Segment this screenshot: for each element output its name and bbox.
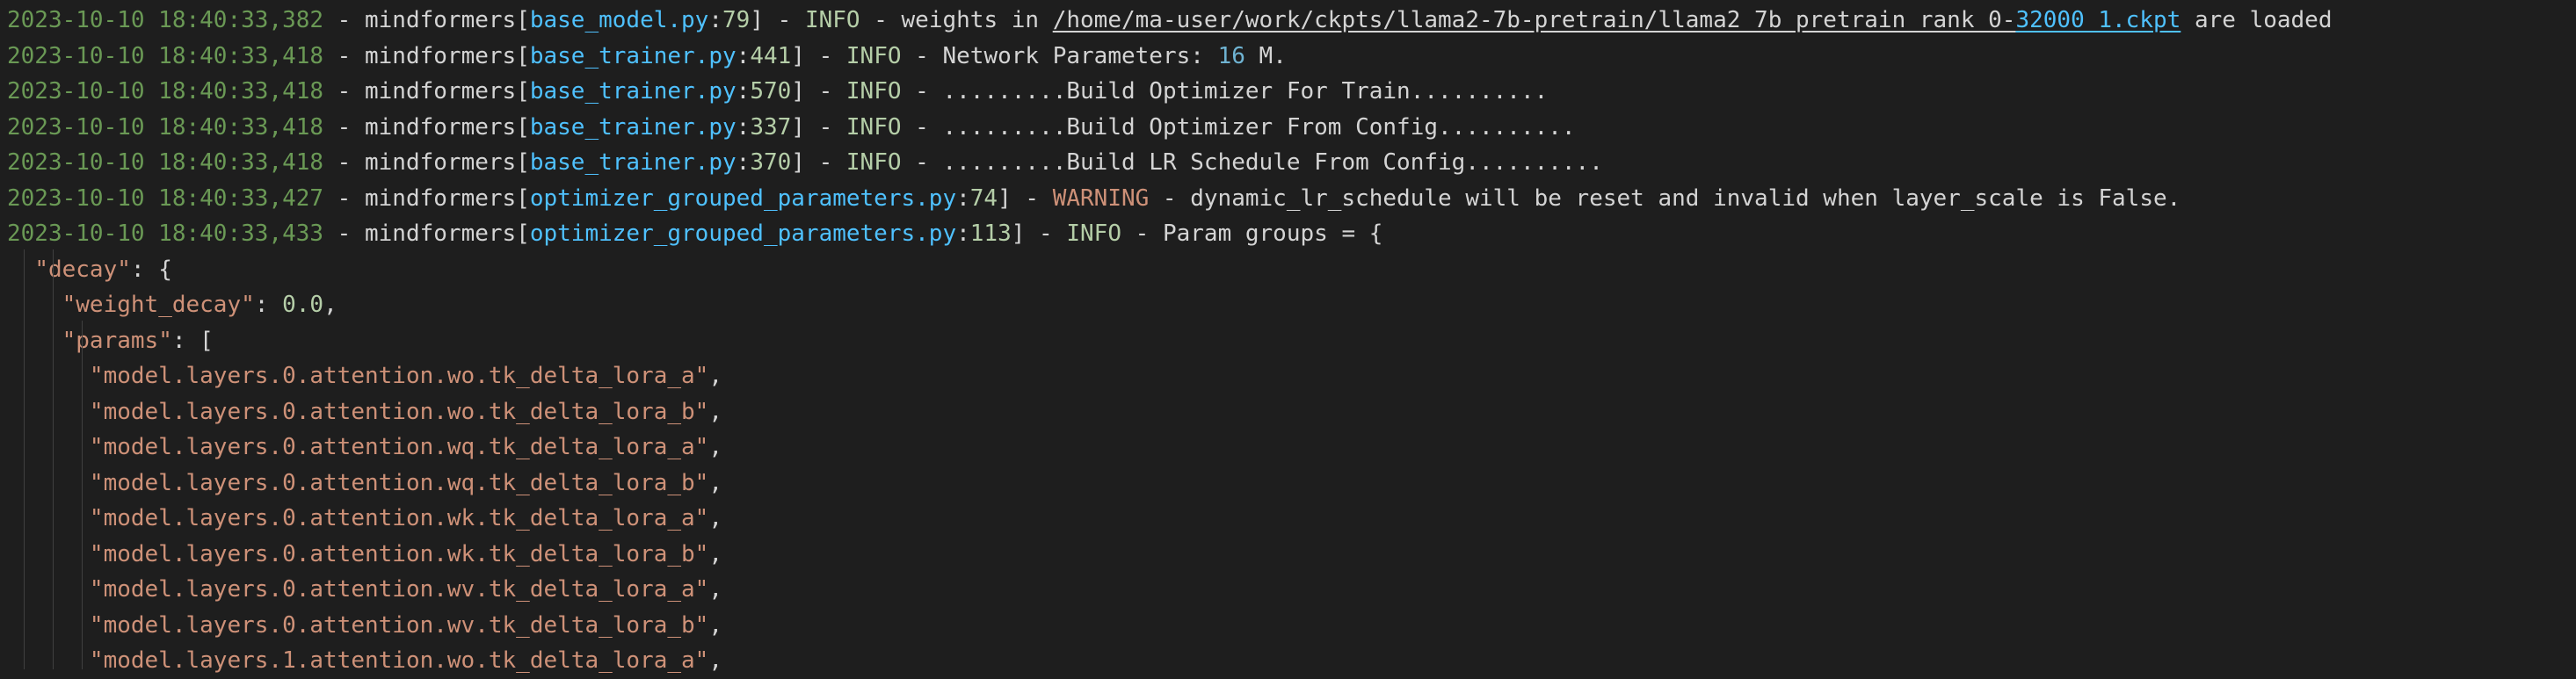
log-file-link[interactable]: base_trainer.py	[530, 114, 737, 141]
log-timestamp: 2023-10-10 18:40:33,427	[7, 184, 324, 212]
log-lineno: 79	[722, 7, 751, 33]
json-param-line: "model.layers.0.attention.wk.tk_delta_lo…	[89, 540, 722, 567]
json-param-value: "model.layers.0.attention.wq.tk_delta_lo…	[89, 434, 709, 460]
log-line: 2023-10-10 18:40:33,418 - mindformers[ba…	[7, 78, 1549, 105]
checkpoint-path-link[interactable]: /home/ma-user/work/ckpts/llama2-7b-pretr…	[1053, 7, 2016, 33]
log-level: INFO	[845, 42, 902, 69]
log-message: .........Build Optimizer For Train......…	[942, 78, 1549, 105]
checkpoint-file-link[interactable]: 32000_1.ckpt	[2015, 7, 2181, 33]
log-file-link[interactable]: base_trainer.py	[530, 78, 737, 105]
log-message: .........Build Optimizer From Config....…	[942, 113, 1576, 141]
log-timestamp: 2023-10-10 18:40:33,382	[7, 7, 324, 33]
log-logger: mindformers	[365, 184, 517, 212]
log-lineno: 74	[969, 184, 998, 212]
log-timestamp: 2023-10-10 18:40:33,418	[7, 149, 324, 176]
indent-guide	[82, 321, 83, 669]
log-line: 2023-10-10 18:40:33,418 - mindformers[ba…	[7, 113, 1576, 141]
log-timestamp: 2023-10-10 18:40:33,418	[7, 42, 324, 69]
log-timestamp: 2023-10-10 18:40:33,418	[7, 113, 324, 141]
json-param-line: "model.layers.0.attention.wv.tk_delta_lo…	[89, 611, 722, 639]
json-line: "decay": {	[34, 256, 172, 283]
log-level-warning: WARNING	[1052, 184, 1150, 212]
json-param-value: "model.layers.0.attention.wv.tk_delta_lo…	[89, 576, 709, 603]
indent-guide	[24, 249, 25, 669]
log-message: weights in	[901, 7, 1053, 33]
log-level: INFO	[804, 7, 860, 33]
log-message: .........Build LR Schedule From Config..…	[942, 149, 1603, 176]
log-line: 2023-10-10 18:40:33,418 - mindformers[ba…	[7, 149, 1603, 176]
log-level: INFO	[845, 78, 902, 105]
log-file-link[interactable]: optimizer_grouped_parameters.py	[530, 185, 956, 212]
log-timestamp: 2023-10-10 18:40:33,418	[7, 78, 324, 105]
log-file-link[interactable]: optimizer_grouped_parameters.py	[530, 220, 956, 247]
log-file-link[interactable]: base_trainer.py	[530, 149, 737, 176]
json-param-line: "model.layers.0.attention.wq.tk_delta_lo…	[89, 434, 722, 460]
log-logger: mindformers	[365, 220, 517, 247]
json-param-line: "model.layers.0.attention.wq.tk_delta_lo…	[89, 469, 722, 496]
json-param-value: "model.layers.0.attention.wk.tk_delta_lo…	[89, 540, 709, 567]
log-lineno: 113	[969, 220, 1012, 247]
log-message: dynamic_lr_schedule will be reset and in…	[1190, 184, 2181, 212]
json-param-line: "model.layers.0.attention.wk.tk_delta_lo…	[89, 505, 722, 531]
json-param-value: "model.layers.0.attention.wo.tk_delta_lo…	[89, 363, 709, 389]
json-line: "params": [	[62, 327, 214, 354]
log-file-link[interactable]: base_model.py	[530, 7, 709, 33]
log-message-suffix: M.	[1244, 42, 1287, 69]
log-lineno: 370	[750, 149, 792, 176]
json-param-value: "model.layers.0.attention.wq.tk_delta_lo…	[89, 469, 709, 496]
json-param-value: "model.layers.1.attention.wo.tk_delta_lo…	[89, 647, 709, 674]
log-line: 2023-10-10 18:40:33,433 - mindformers[op…	[7, 220, 1383, 247]
json-param-line: "model.layers.0.attention.wv.tk_delta_lo…	[89, 576, 722, 603]
json-key-weight-decay: "weight_decay"	[62, 292, 255, 318]
log-message-suffix: are loaded	[2181, 7, 2333, 33]
log-level: INFO	[845, 113, 902, 141]
json-value-weight-decay: 0.0	[282, 292, 324, 318]
json-line: "weight_decay": 0.0,	[62, 292, 337, 318]
log-line: 2023-10-10 18:40:33,418 - mindformers[ba…	[7, 42, 1287, 69]
log-logger: mindformers	[365, 7, 517, 33]
log-logger: mindformers	[365, 78, 517, 105]
json-param-line: "model.layers.1.attention.wo.tk_delta_lo…	[89, 647, 722, 674]
json-param-value: "model.layers.0.attention.wv.tk_delta_lo…	[89, 611, 709, 639]
json-param-line: "model.layers.0.attention.wo.tk_delta_lo…	[89, 363, 722, 389]
log-file-link[interactable]: base_trainer.py	[530, 43, 737, 69]
log-message: Param groups = {	[1162, 220, 1383, 247]
json-param-value: "model.layers.0.attention.wk.tk_delta_lo…	[89, 505, 709, 531]
log-logger: mindformers	[365, 149, 517, 176]
log-logger: mindformers	[365, 113, 517, 141]
json-param-value: "model.layers.0.attention.wo.tk_delta_lo…	[89, 398, 709, 425]
log-logger: mindformers	[365, 42, 517, 69]
json-key-decay: "decay"	[34, 256, 131, 283]
json-key-params: "params"	[62, 327, 172, 354]
log-line: 2023-10-10 18:40:33,427 - mindformers[op…	[7, 184, 2181, 212]
json-param-line: "model.layers.0.attention.wo.tk_delta_lo…	[89, 398, 722, 425]
log-number: 16	[1217, 42, 1245, 69]
log-level: INFO	[845, 149, 902, 176]
indent-guide	[53, 249, 54, 669]
log-lineno: 441	[750, 42, 792, 69]
log-line: 2023-10-10 18:40:33,382 - mindformers[ba…	[7, 7, 2333, 33]
log-lineno: 570	[750, 78, 792, 105]
log-timestamp: 2023-10-10 18:40:33,433	[7, 220, 324, 247]
log-message: Network Parameters:	[942, 42, 1218, 69]
log-lineno: 337	[750, 113, 792, 141]
terminal-output[interactable]: 2023-10-10 18:40:33,382 - mindformers[ba…	[0, 0, 2576, 674]
log-level: INFO	[1066, 220, 1121, 247]
